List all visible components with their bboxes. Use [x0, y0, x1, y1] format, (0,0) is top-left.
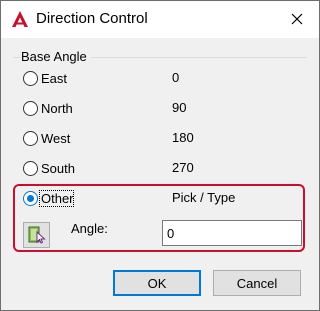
radio-button-east[interactable] [23, 70, 38, 86]
dialog-title: Direction Control [36, 10, 148, 27]
cancel-button[interactable]: Cancel [213, 270, 301, 296]
radio-north[interactable]: North [23, 99, 73, 117]
south-value: 270 [172, 160, 194, 175]
radio-label-south: South [41, 160, 75, 176]
autocad-icon [11, 10, 29, 28]
base-angle-group-label: Base Angle [21, 49, 91, 64]
north-value: 90 [172, 100, 187, 115]
radio-label-east: East [41, 70, 68, 86]
radio-west[interactable]: West [23, 129, 70, 147]
radio-east[interactable]: East [23, 69, 67, 87]
radio-button-west[interactable] [23, 130, 38, 146]
close-icon[interactable] [285, 9, 309, 31]
radio-button-other[interactable] [23, 190, 38, 206]
angle-input[interactable] [162, 220, 302, 246]
radio-button-south[interactable] [23, 160, 38, 176]
ok-button[interactable]: OK [113, 270, 201, 296]
radio-label-north: North [41, 100, 73, 116]
radio-label-other: Other [41, 190, 74, 206]
title-bar: Direction Control [1, 1, 319, 38]
radio-other[interactable]: Other [23, 189, 74, 207]
direction-control-dialog: Direction Control Base Angle East 0 Nort… [0, 0, 320, 311]
east-value: 0 [172, 70, 180, 85]
pick-type-label: Pick / Type [172, 190, 236, 205]
west-value: 180 [172, 130, 194, 145]
radio-label-west: West [41, 130, 71, 146]
radio-south[interactable]: South [23, 159, 75, 177]
angle-label: Angle: [71, 221, 108, 236]
radio-button-north[interactable] [23, 100, 38, 116]
pick-angle-button[interactable] [23, 222, 50, 248]
